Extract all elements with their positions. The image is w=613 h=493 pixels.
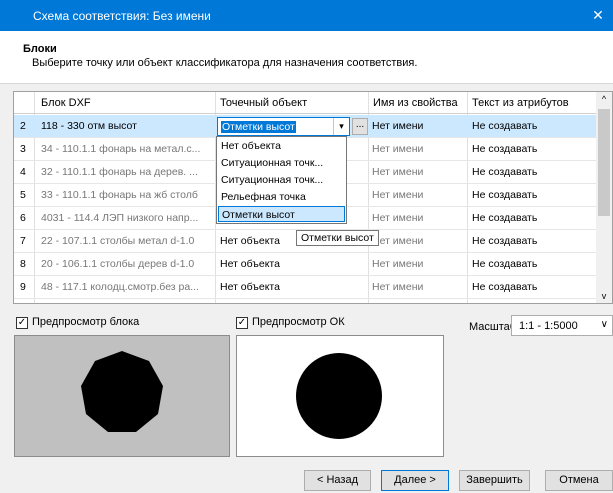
name-cell: Нет имени (372, 258, 424, 270)
wizard-header: Блоки Выберите точку или объект классифи… (0, 31, 613, 84)
text-cell: Не создавать (472, 281, 538, 293)
row-number: 8 (20, 258, 26, 270)
scale-select[interactable]: 1:1 - 1:5000 ∨ (511, 315, 613, 336)
row-number: 3 (20, 143, 26, 155)
chevron-down-icon[interactable]: ∨ (601, 319, 608, 330)
tooltip: Отметки высот (296, 230, 379, 246)
scale-value: 1:1 - 1:5000 (519, 320, 578, 332)
dropdown-option[interactable]: Ситуационная точк... (218, 172, 345, 188)
back-button[interactable]: < Назад (304, 470, 371, 491)
text-cell: Не создавать (472, 189, 538, 201)
ellipsis-button[interactable]: ... (352, 118, 368, 135)
block-cell: 34 - 110.1.1 фонарь на метал.с... (41, 143, 201, 155)
text-cell: Не создавать (472, 143, 538, 155)
text-cell: Не создавать (472, 120, 538, 132)
ok-preview-checkbox[interactable]: ✓ (236, 317, 248, 329)
table-header: Блок DXF Точечный объект Имя из свойства… (14, 92, 597, 114)
text-cell: Не создавать (472, 258, 538, 270)
close-icon[interactable]: ✕ (583, 0, 613, 31)
block-preview (14, 335, 230, 457)
chevron-down-icon[interactable]: ▾ (333, 118, 349, 135)
nonagon-shape (81, 351, 163, 432)
ok-preview-label: Предпросмотр ОК (252, 316, 345, 328)
point-object-cell: Нет объекта (220, 235, 280, 247)
name-cell: Нет имени (372, 189, 424, 201)
circle-shape (296, 353, 382, 439)
dropdown-option[interactable]: Ситуационная точк... (218, 155, 345, 171)
title-bar: Схема соответствия: Без имени ✕ (0, 0, 613, 31)
text-cell: Не создавать (472, 166, 538, 178)
block-cell: 118 - 330 отм высот (41, 120, 137, 132)
point-object-dropdown: Нет объекта Ситуационная точк... Ситуаци… (216, 136, 347, 224)
page-subtitle: Выберите точку или объект классификатора… (32, 57, 418, 69)
vertical-scrollbar[interactable]: ^ v (596, 92, 612, 303)
finish-button[interactable]: Завершить (459, 470, 530, 491)
cancel-button[interactable]: Отмена (545, 470, 613, 491)
dropdown-option[interactable]: Рельефная точка (218, 189, 345, 205)
point-object-cell: Нет объекта (220, 281, 280, 293)
dropdown-option-selected[interactable]: Отметки высот (218, 206, 345, 222)
block-cell: 22 - 107.1.1 столбы метал d-1.0 (41, 235, 195, 247)
row-number: 2 (20, 120, 26, 132)
row-number: 5 (20, 189, 26, 201)
next-button[interactable]: Далее > (381, 470, 449, 491)
column-header-text[interactable]: Текст из атрибутов (472, 97, 569, 109)
column-header-block[interactable]: Блок DXF (41, 97, 91, 109)
block-cell: 32 - 110.1.1 фонарь на дерев. ... (41, 166, 198, 178)
row-number: 6 (20, 212, 26, 224)
block-preview-checkbox[interactable]: ✓ (16, 317, 28, 329)
block-cell: 48 - 117.1 колодц.смотр.без ра... (41, 281, 199, 293)
name-cell: Нет имени (372, 166, 424, 178)
row-number: 4 (20, 166, 26, 178)
block-cell: 20 - 106.1.1 столбы дерев d-1.0 (41, 258, 195, 270)
block-cell: 4031 - 114.4 ЛЭП низкого напр... (41, 212, 199, 224)
table-row[interactable]: 2 118 - 330 отм высот Отметки высот ▾ ..… (14, 115, 597, 138)
point-object-value: Отметки высот (221, 121, 296, 133)
table-row[interactable]: 9 48 - 117.1 колодц.смотр.без ра... Нет … (14, 276, 597, 299)
dropdown-option[interactable]: Нет объекта (218, 138, 345, 154)
scroll-down-icon[interactable]: v (596, 291, 612, 301)
name-cell: Нет имени (372, 212, 424, 224)
point-object-combo[interactable]: Отметки высот ▾ (217, 117, 350, 136)
text-cell: Не создавать (472, 235, 538, 247)
page-title: Блоки (23, 43, 57, 55)
block-preview-label: Предпросмотр блока (32, 316, 140, 328)
column-header-point-object[interactable]: Точечный объект (220, 97, 307, 109)
point-object-cell: Нет объекта (220, 258, 280, 270)
scroll-up-icon[interactable]: ^ (596, 94, 612, 104)
name-cell: Нет имени (372, 281, 424, 293)
column-header-name[interactable]: Имя из свойства (373, 97, 458, 109)
name-cell: Нет имени (372, 235, 424, 247)
window-title: Схема соответствия: Без имени (33, 9, 211, 23)
table-row[interactable]: 8 20 - 106.1.1 столбы дерев d-1.0 Нет об… (14, 253, 597, 276)
text-cell: Не создавать (472, 212, 538, 224)
row-number: 7 (20, 235, 26, 247)
name-cell: Нет имени (372, 143, 424, 155)
ok-preview (236, 335, 444, 457)
row-number: 9 (20, 281, 26, 293)
block-cell: 33 - 110.1.1 фонарь на жб столб (41, 189, 198, 201)
scroll-thumb[interactable] (598, 109, 610, 216)
name-cell: Нет имени (372, 120, 424, 132)
